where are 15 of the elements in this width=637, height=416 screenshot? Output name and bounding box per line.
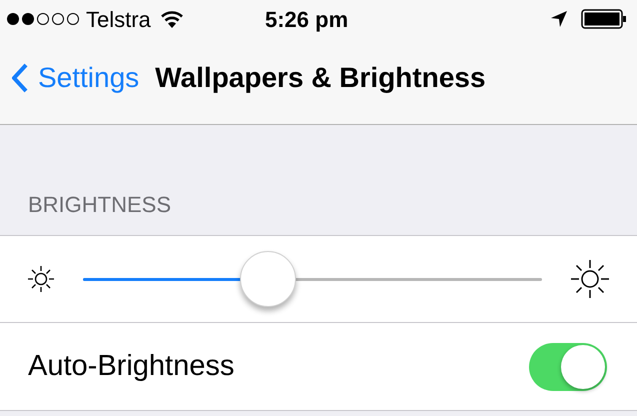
slider-thumb[interactable] [240,251,296,307]
sun-icon [569,258,611,300]
clock-time: 5:26 pm [265,6,348,34]
carrier-name: Telstra [86,6,151,34]
sun-icon [26,264,56,294]
chevron-left-icon [12,63,28,93]
toggle-switch[interactable] [529,342,607,390]
brightness-slider[interactable] [83,251,542,307]
page-title: Wallpapers & Brightness [155,61,486,95]
row-label: Auto-Brightness [28,348,234,384]
wifi-icon [160,10,183,28]
section-header: BRIGHTNESS [28,191,172,219]
back-button[interactable]: Settings [12,57,140,99]
location-arrow-icon [551,11,567,27]
battery-icon [581,9,627,29]
